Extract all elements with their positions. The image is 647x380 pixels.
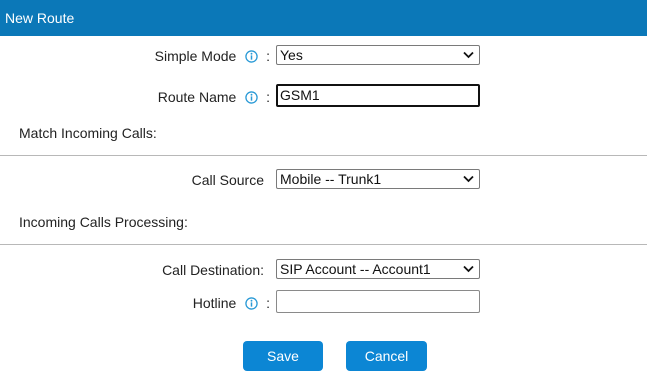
hotline-label-group: Hotline : [0, 293, 270, 311]
call-source-label: Call Source [191, 172, 264, 189]
section-divider [0, 244, 647, 245]
route-name-label-group: Route Name : [0, 87, 270, 105]
call-destination-value: SIP Account -- Account1 [280, 261, 431, 277]
call-source-select[interactable]: Mobile -- Trunk1 [276, 169, 480, 189]
section-divider [0, 155, 647, 156]
info-icon[interactable] [245, 50, 258, 63]
simple-mode-colon: : [266, 48, 270, 65]
window-title-bar: New Route [0, 0, 647, 36]
match-incoming-calls-heading: Match Incoming Calls: [19, 125, 157, 141]
hotline-label: Hotline [192, 295, 237, 312]
simple-mode-value: Yes [280, 47, 303, 63]
chevron-down-icon [463, 51, 474, 59]
call-destination-select[interactable]: SIP Account -- Account1 [276, 259, 480, 279]
call-source-value: Mobile -- Trunk1 [280, 171, 382, 187]
call-destination-label-group: Call Destination: [0, 260, 270, 278]
new-route-page: New Route Simple Mode : Yes Route Name:… [0, 0, 647, 380]
cancel-button[interactable]: Cancel [346, 341, 427, 371]
save-button[interactable]: Save [243, 341, 323, 371]
hotline-input[interactable] [276, 290, 480, 313]
chevron-down-icon [463, 265, 474, 273]
call-source-label-group: Call Source [0, 170, 270, 188]
simple-mode-select[interactable]: Yes [276, 45, 480, 65]
route-name-label: Route Name [157, 89, 237, 106]
info-icon[interactable] [245, 91, 258, 104]
simple-mode-label-group: Simple Mode : [0, 46, 270, 64]
info-icon[interactable] [245, 297, 258, 310]
window-title: New Route [5, 10, 75, 26]
chevron-down-icon [463, 175, 474, 183]
hotline-colon: : [266, 295, 270, 312]
incoming-calls-processing-heading: Incoming Calls Processing: [19, 214, 188, 230]
call-destination-label: Call Destination: [162, 262, 264, 279]
simple-mode-label: Simple Mode [154, 48, 237, 65]
route-name-colon: : [266, 89, 270, 106]
route-name-input[interactable]: GSM1 [276, 84, 480, 107]
